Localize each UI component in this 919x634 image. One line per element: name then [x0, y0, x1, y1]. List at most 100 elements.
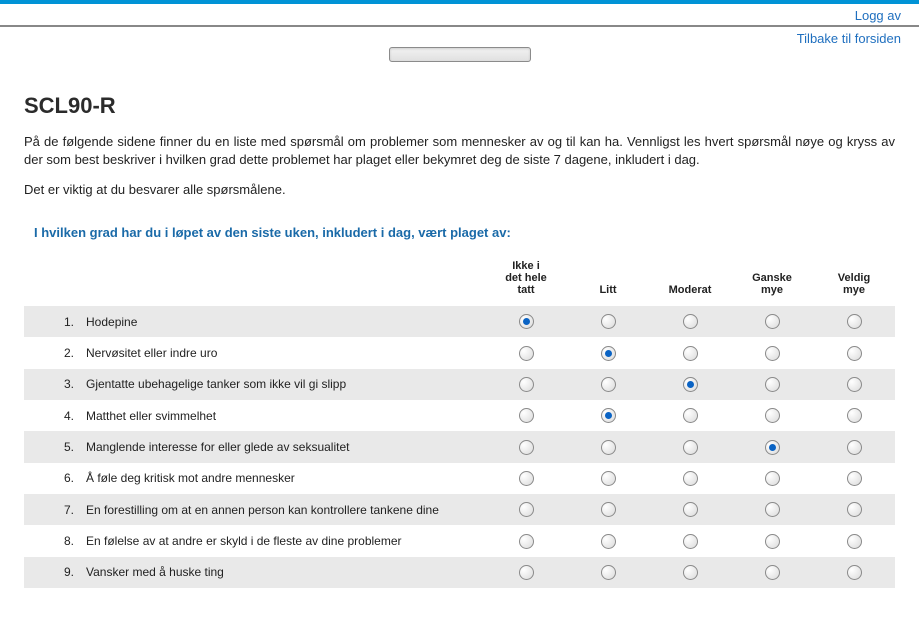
- question-text: Nervøsitet eller indre uro: [80, 337, 485, 368]
- radio-option-0[interactable]: [519, 314, 534, 329]
- radio-option-3[interactable]: [765, 502, 780, 517]
- option-cell: [567, 431, 649, 462]
- radio-option-2[interactable]: [683, 408, 698, 423]
- questionnaire-table: Ikke i det hele tatt Litt Moderat Ganske…: [24, 256, 895, 588]
- table-row: 4.Matthet eller svimmelhet: [24, 400, 895, 431]
- radio-option-1[interactable]: [601, 471, 616, 486]
- radio-option-1[interactable]: [601, 314, 616, 329]
- question-number: 2.: [24, 337, 80, 368]
- radio-option-1[interactable]: [601, 440, 616, 455]
- radio-option-0[interactable]: [519, 440, 534, 455]
- radio-option-3[interactable]: [765, 346, 780, 361]
- table-row: 1.Hodepine: [24, 306, 895, 337]
- option-cell: [813, 337, 895, 368]
- radio-option-0[interactable]: [519, 471, 534, 486]
- radio-option-2[interactable]: [683, 346, 698, 361]
- radio-option-3[interactable]: [765, 440, 780, 455]
- option-cell: [485, 525, 567, 556]
- radio-option-0[interactable]: [519, 346, 534, 361]
- radio-option-2[interactable]: [683, 471, 698, 486]
- radio-option-1[interactable]: [601, 377, 616, 392]
- question-number: 4.: [24, 400, 80, 431]
- question-text: Vansker med å huske ting: [80, 557, 485, 588]
- second-bar: Tilbake til forsiden: [0, 27, 919, 59]
- section-title: I hvilken grad har du i løpet av den sis…: [34, 225, 895, 240]
- option-cell: [567, 525, 649, 556]
- radio-option-3[interactable]: [765, 471, 780, 486]
- radio-option-0[interactable]: [519, 502, 534, 517]
- radio-option-3[interactable]: [765, 377, 780, 392]
- top-bar: Logg av: [0, 4, 919, 27]
- radio-option-4[interactable]: [847, 314, 862, 329]
- radio-option-2[interactable]: [683, 377, 698, 392]
- option-cell: [813, 400, 895, 431]
- option-cell: [567, 494, 649, 525]
- table-row: 3.Gjentatte ubehagelige tanker som ikke …: [24, 369, 895, 400]
- option-cell: [813, 463, 895, 494]
- radio-option-2[interactable]: [683, 502, 698, 517]
- radio-option-1[interactable]: [601, 534, 616, 549]
- radio-option-4[interactable]: [847, 377, 862, 392]
- radio-option-4[interactable]: [847, 440, 862, 455]
- question-text: Hodepine: [80, 306, 485, 337]
- option-cell: [649, 306, 731, 337]
- radio-option-2[interactable]: [683, 565, 698, 580]
- option-cell: [567, 463, 649, 494]
- option-cell: [649, 369, 731, 400]
- radio-option-2[interactable]: [683, 314, 698, 329]
- option-cell: [649, 525, 731, 556]
- radio-option-0[interactable]: [519, 377, 534, 392]
- question-text: Å føle deg kritisk mot andre mennesker: [80, 463, 485, 494]
- table-row: 6.Å føle deg kritisk mot andre mennesker: [24, 463, 895, 494]
- radio-option-3[interactable]: [765, 565, 780, 580]
- option-header-3: Ganske mye: [731, 256, 813, 306]
- radio-option-3[interactable]: [765, 408, 780, 423]
- option-header-row: Ikke i det hele tatt Litt Moderat Ganske…: [24, 256, 895, 306]
- option-cell: [813, 306, 895, 337]
- option-cell: [485, 306, 567, 337]
- option-cell: [731, 431, 813, 462]
- radio-option-4[interactable]: [847, 408, 862, 423]
- option-cell: [731, 306, 813, 337]
- radio-option-4[interactable]: [847, 534, 862, 549]
- radio-option-4[interactable]: [847, 346, 862, 361]
- option-cell: [649, 337, 731, 368]
- radio-option-1[interactable]: [601, 565, 616, 580]
- radio-option-4[interactable]: [847, 502, 862, 517]
- table-row: 7.En forestilling om at en annen person …: [24, 494, 895, 525]
- radio-option-0[interactable]: [519, 408, 534, 423]
- option-cell: [649, 463, 731, 494]
- option-cell: [485, 400, 567, 431]
- option-cell: [649, 557, 731, 588]
- question-header: [24, 256, 485, 306]
- radio-option-3[interactable]: [765, 534, 780, 549]
- page-title: SCL90-R: [24, 93, 895, 119]
- option-cell: [485, 431, 567, 462]
- radio-option-1[interactable]: [601, 346, 616, 361]
- progress-bar: [389, 47, 531, 62]
- radio-option-2[interactable]: [683, 440, 698, 455]
- option-cell: [813, 494, 895, 525]
- question-text: En forestilling om at en annen person ka…: [80, 494, 485, 525]
- radio-option-3[interactable]: [765, 314, 780, 329]
- question-text: Gjentatte ubehagelige tanker som ikke vi…: [80, 369, 485, 400]
- option-cell: [485, 463, 567, 494]
- radio-option-1[interactable]: [601, 408, 616, 423]
- radio-option-2[interactable]: [683, 534, 698, 549]
- back-link[interactable]: Tilbake til forsiden: [797, 31, 901, 46]
- table-row: 5.Manglende interesse for eller glede av…: [24, 431, 895, 462]
- main-content: SCL90-R På de følgende sidene finner du …: [0, 59, 919, 588]
- option-cell: [813, 557, 895, 588]
- logoff-link[interactable]: Logg av: [855, 8, 901, 23]
- question-text: En følelse av at andre er skyld i de fle…: [80, 525, 485, 556]
- radio-option-0[interactable]: [519, 534, 534, 549]
- radio-option-1[interactable]: [601, 502, 616, 517]
- option-cell: [567, 337, 649, 368]
- option-cell: [649, 494, 731, 525]
- option-cell: [485, 494, 567, 525]
- option-cell: [649, 400, 731, 431]
- radio-option-4[interactable]: [847, 471, 862, 486]
- question-number: 7.: [24, 494, 80, 525]
- radio-option-0[interactable]: [519, 565, 534, 580]
- radio-option-4[interactable]: [847, 565, 862, 580]
